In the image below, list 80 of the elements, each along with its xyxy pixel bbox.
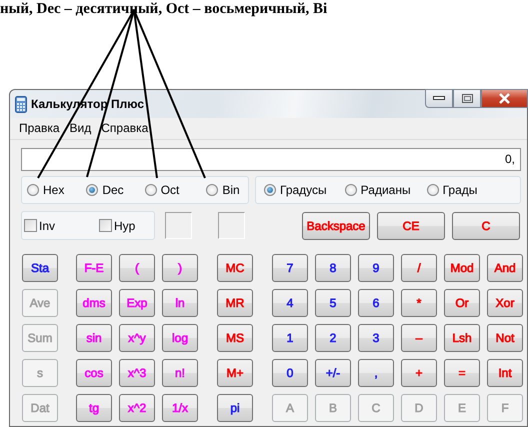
menu-item[interactable]: Правка [17, 121, 62, 139]
calculator-key[interactable]: cos [76, 359, 112, 387]
calculator-key[interactable]: log [162, 324, 198, 352]
calculator-key[interactable]: MC [217, 254, 253, 282]
calculator-key[interactable]: x^2 [119, 394, 155, 422]
calculator-key[interactable]: 1 [272, 324, 308, 352]
radio-label: Bin [222, 183, 240, 197]
calculator-key[interactable]: 2 [315, 324, 351, 352]
calculator-key[interactable]: ln [162, 289, 198, 317]
bracket-indicator [218, 212, 245, 239]
radio-label: Oct [160, 183, 180, 197]
document-text: ный, Dec – десятичный, Oct – восьмеричный, Bi [0, 0, 328, 18]
minimize-icon [433, 96, 445, 101]
calculator-key[interactable]: 0 [272, 359, 308, 387]
radio-label: Градусы [280, 183, 327, 197]
radio-button[interactable] [344, 184, 357, 196]
calculator-key[interactable]: – [401, 324, 437, 352]
radio-label: Hex [43, 183, 64, 197]
calculator-key[interactable]: 8 [315, 254, 351, 282]
calculator-key[interactable]: tg [76, 394, 112, 422]
maximize-button[interactable] [453, 89, 481, 108]
maximize-icon [462, 94, 472, 103]
calculator-key[interactable]: Mod [444, 254, 480, 282]
calculator-key[interactable]: Lsh [444, 324, 480, 352]
radio-label: Радианы [360, 183, 411, 197]
calculator-key[interactable]: F-E [76, 254, 112, 282]
calculator-key[interactable]: ( [119, 254, 155, 282]
checkbox[interactable] [99, 219, 112, 232]
calculator-key[interactable]: M+ [217, 359, 253, 387]
radio-label: Грады [442, 183, 478, 197]
calculator-key[interactable]: = [444, 359, 480, 387]
calculator-key[interactable]: MR [217, 289, 253, 317]
calculator-key[interactable]: 4 [272, 289, 308, 317]
calculator-key[interactable]: sin [76, 324, 112, 352]
calculator-key[interactable]: x^y [119, 324, 155, 352]
radio-button[interactable] [27, 184, 39, 196]
calculator-key[interactable]: +/- [315, 359, 351, 387]
calculator-key[interactable]: * [401, 289, 437, 317]
radio-button[interactable] [426, 184, 439, 196]
menu-item[interactable]: Вид [68, 121, 94, 139]
calculator-key[interactable]: MS [217, 324, 253, 352]
calculator-key[interactable]: Sta [22, 254, 58, 282]
memory-indicator [165, 212, 192, 239]
radio-label: Dec [102, 183, 124, 197]
calculator-key[interactable]: pi [217, 394, 253, 422]
edit-button[interactable]: Backspace [302, 212, 370, 240]
checkbox-label: Hyp [114, 218, 136, 232]
calculator-key[interactable]: 3 [358, 324, 394, 352]
menu-item[interactable]: Справка [99, 121, 150, 139]
radio-button[interactable] [206, 184, 218, 196]
close-button[interactable] [481, 89, 528, 108]
calculator-key[interactable]: 1/x [162, 394, 198, 422]
calculator-key[interactable]: / [401, 254, 437, 282]
calculator-key[interactable]: 7 [272, 254, 308, 282]
calculator-key[interactable]: Int [487, 359, 523, 387]
checkbox[interactable] [24, 219, 37, 232]
calculator-key[interactable]: 6 [358, 289, 394, 317]
close-icon [498, 93, 511, 104]
minimize-button[interactable] [425, 89, 453, 108]
calculator-key[interactable]: , [358, 359, 394, 387]
calculator-key[interactable]: Not [487, 324, 523, 352]
calculator-key[interactable]: Xor [487, 289, 523, 317]
radio-button[interactable] [264, 184, 276, 196]
radio-button[interactable] [144, 184, 157, 196]
edit-button[interactable]: CE [377, 212, 445, 240]
calculator-key[interactable]: Exp [119, 289, 155, 317]
calculator-key[interactable]: x^3 [119, 359, 155, 387]
calculator-key[interactable]: 9 [358, 254, 394, 282]
display-field[interactable]: 0, [21, 148, 521, 171]
calculator-key[interactable]: + [401, 359, 437, 387]
calculator-icon [15, 96, 27, 112]
calculator-key[interactable]: ) [162, 254, 198, 282]
calculator-key[interactable]: And [487, 254, 523, 282]
calculator-key[interactable]: Or [444, 289, 480, 317]
edit-button[interactable]: C [452, 212, 520, 240]
calculator-key[interactable]: 5 [315, 289, 351, 317]
checkbox-label: Inv [39, 218, 56, 232]
calculator-key[interactable]: n! [162, 359, 198, 387]
radio-button[interactable] [86, 184, 98, 196]
calculator-key[interactable]: dms [76, 289, 112, 317]
